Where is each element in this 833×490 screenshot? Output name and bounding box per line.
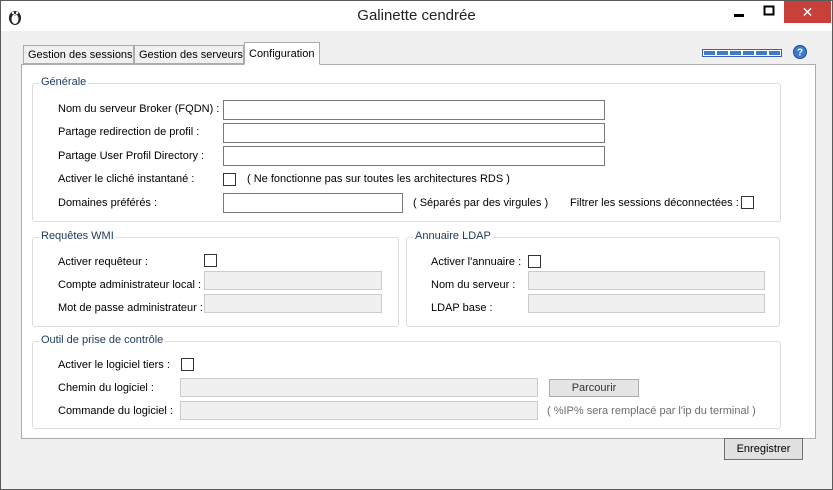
broker-label: Nom du serveur Broker (FQDN) : — [58, 103, 220, 115]
domains-hint: ( Séparés par des virgules ) — [413, 197, 549, 209]
progress-indicator-icon — [702, 48, 782, 57]
wmi-account-input[interactable] — [204, 271, 382, 290]
minimize-button[interactable] — [724, 1, 754, 23]
close-button[interactable]: ✕ — [784, 1, 831, 23]
snapshot-hint: ( Ne fonctionne pas sur toutes les archi… — [247, 173, 510, 185]
title-bar: Galinette cendrée ✕ — [1, 1, 832, 31]
tab-gestion-sessions[interactable]: Gestion des sessions — [23, 45, 134, 64]
outil-command-hint: ( %IP% sera remplacé par l'ip du termina… — [547, 405, 756, 417]
outil-path-label: Chemin du logiciel : — [58, 382, 154, 394]
tab-gestion-serveurs[interactable]: Gestion des serveurs — [134, 45, 244, 64]
wmi-account-label: Compte administrateur local : — [58, 279, 202, 291]
broker-input[interactable] — [223, 100, 605, 120]
snapshot-checkbox[interactable] — [223, 173, 236, 186]
ldap-enable-label: Activer l'annuaire : — [431, 256, 522, 268]
maximize-button[interactable] — [754, 1, 784, 23]
group-generale-legend: Générale — [39, 76, 89, 88]
filter-label: Filtrer les sessions déconnectées : — [570, 197, 739, 209]
outil-path-input[interactable] — [180, 378, 538, 397]
ldap-base-label: LDAP base : — [431, 302, 493, 314]
wmi-password-label: Mot de passe administrateur : — [58, 302, 203, 314]
outil-command-label: Commande du logiciel : — [58, 405, 173, 417]
wmi-enable-label: Activer requêteur : — [58, 256, 148, 268]
upd-input[interactable] — [223, 146, 605, 166]
filter-checkbox[interactable] — [741, 196, 754, 209]
outil-enable-label: Activer le logiciel tiers : — [58, 359, 170, 371]
ldap-server-label: Nom du serveur : — [431, 279, 516, 291]
domains-input[interactable] — [223, 193, 403, 213]
help-icon[interactable]: ? — [793, 45, 807, 59]
outil-command-input[interactable] — [180, 401, 538, 420]
wmi-enable-checkbox[interactable] — [204, 254, 217, 267]
browse-button[interactable]: Parcourir — [549, 379, 639, 397]
main-window: Galinette cendrée ✕ Gestion des sessions… — [0, 0, 833, 490]
ldap-server-input[interactable] — [528, 271, 765, 290]
svg-text:?: ? — [797, 48, 803, 59]
tab-configuration[interactable]: Configuration — [244, 42, 320, 65]
profil-input[interactable] — [223, 123, 605, 143]
window-title: Galinette cendrée — [357, 7, 476, 24]
snapshot-label: Activer le cliché instantané : — [58, 173, 195, 185]
group-ldap-legend: Annuaire LDAP — [413, 230, 493, 242]
ldap-base-input[interactable] — [528, 294, 765, 313]
upd-label: Partage User Profil Directory : — [58, 150, 205, 162]
close-icon: ✕ — [801, 4, 814, 20]
profil-label: Partage redirection de profil : — [58, 126, 200, 138]
domains-label: Domaines préférés : — [58, 197, 158, 209]
outil-enable-checkbox[interactable] — [181, 358, 194, 371]
save-button[interactable]: Enregistrer — [724, 438, 803, 460]
group-wmi-legend: Requêtes WMI — [39, 230, 116, 242]
group-outil-legend: Outil de prise de contrôle — [39, 334, 166, 346]
wmi-password-input[interactable] — [204, 294, 382, 313]
ldap-enable-checkbox[interactable] — [528, 255, 541, 268]
